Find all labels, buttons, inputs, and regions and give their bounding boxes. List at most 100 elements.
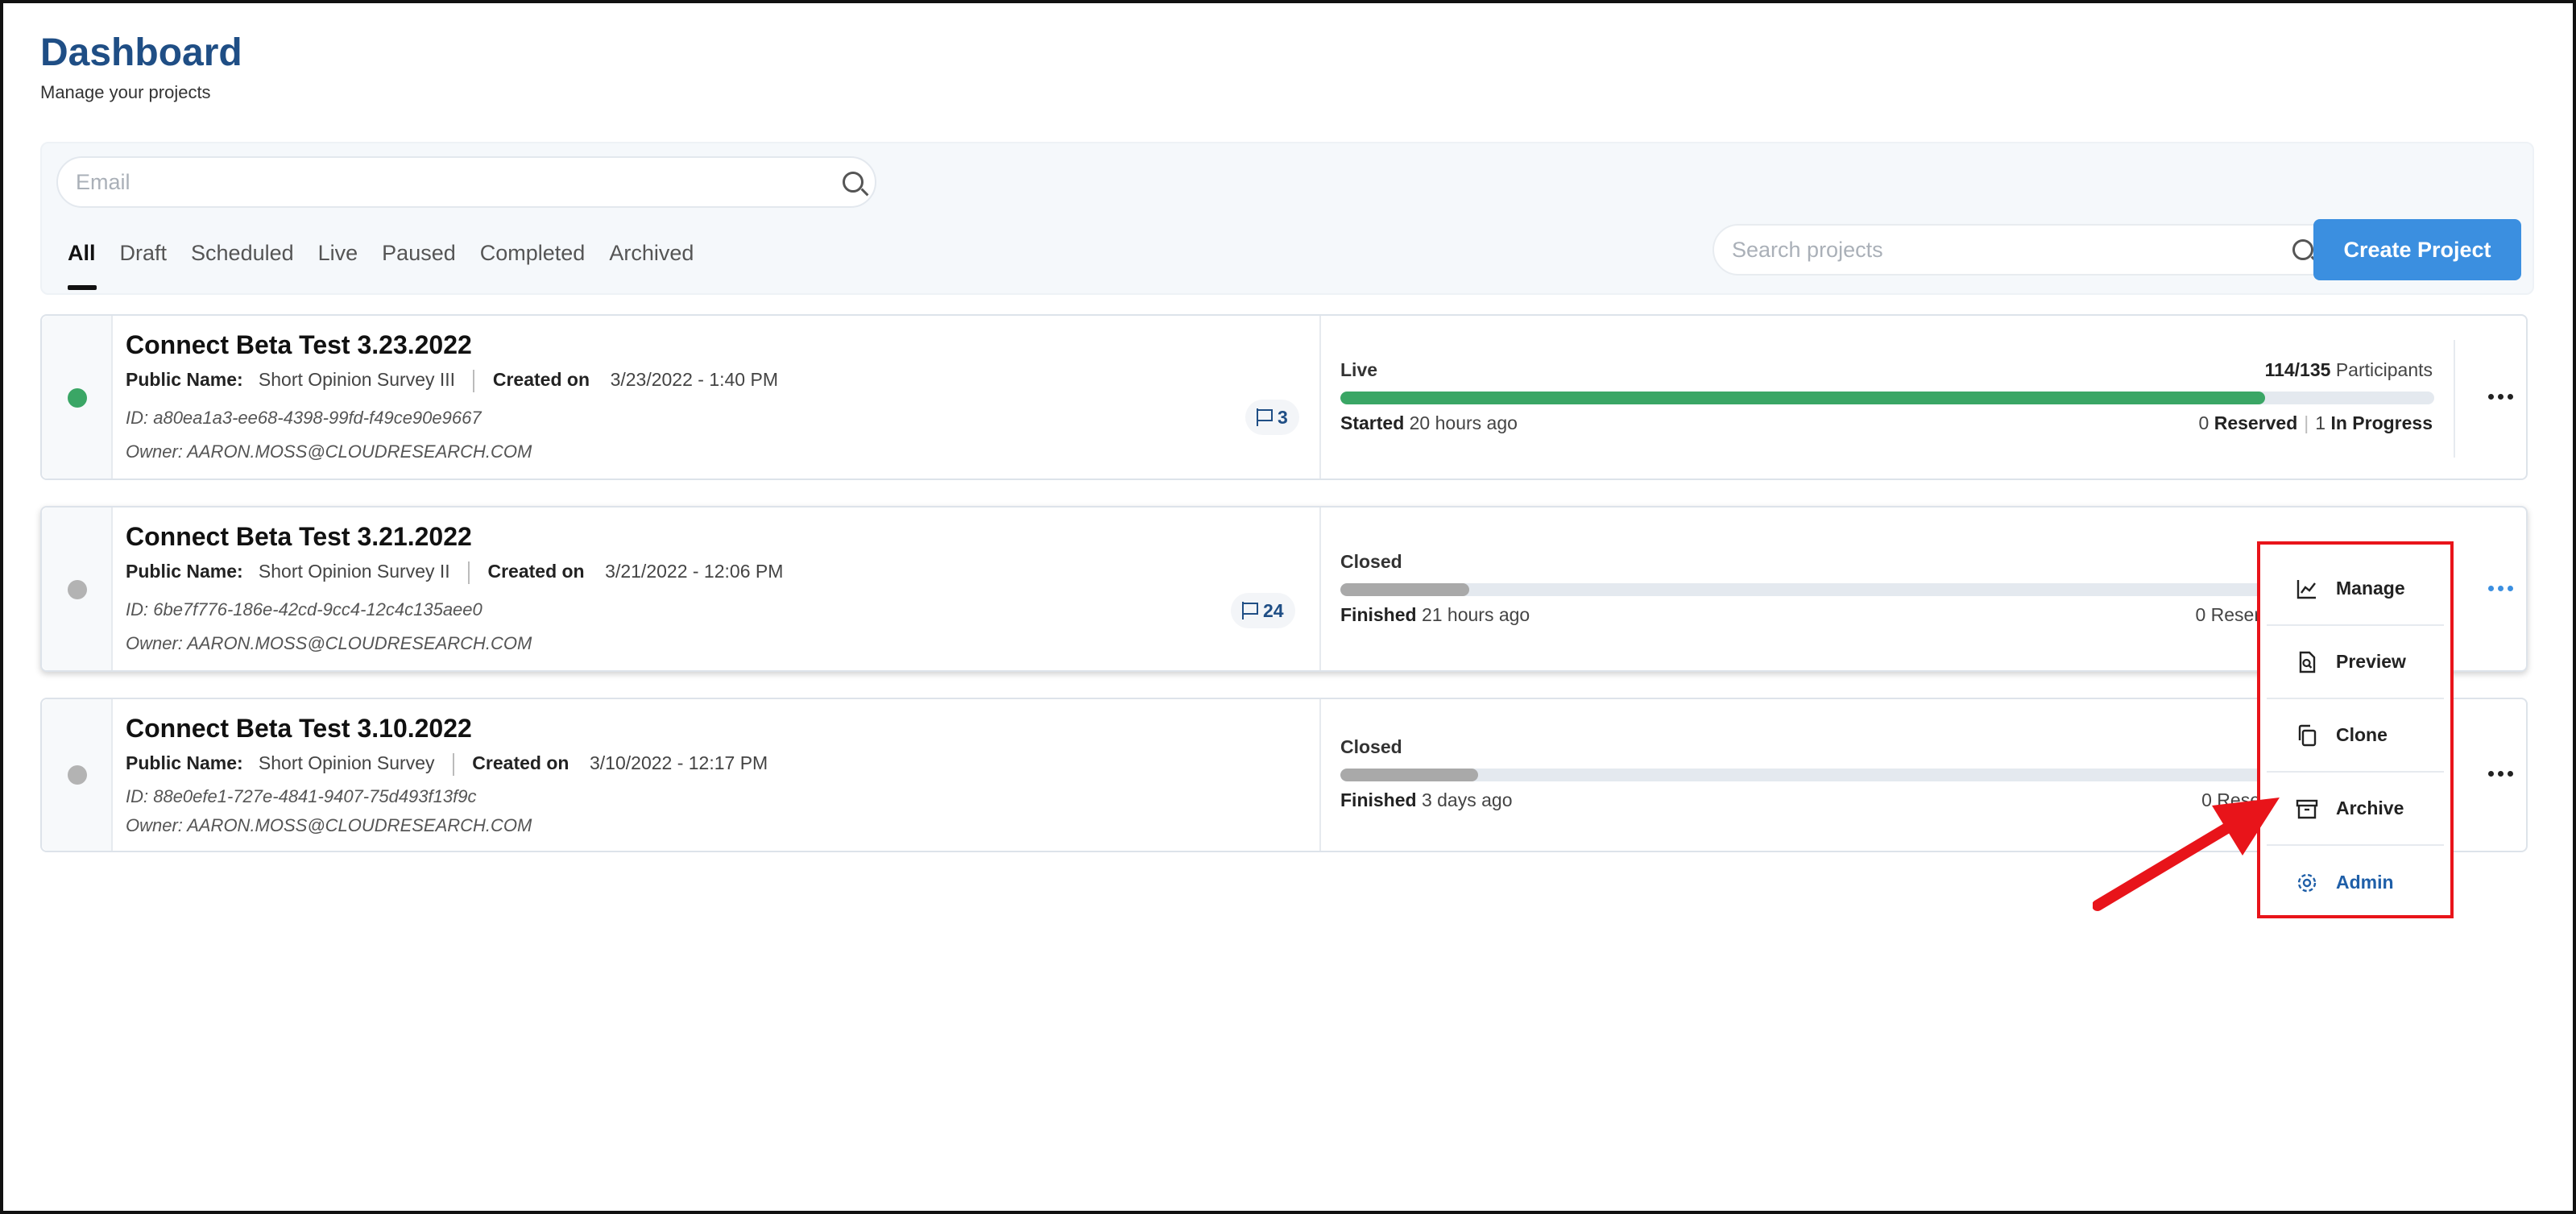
menu-items: Manage Preview Clone Archive Admin [2267, 553, 2444, 919]
project-name[interactable]: Connect Beta Test 3.21.2022 [126, 522, 472, 552]
created-on-label: Created on [492, 369, 590, 390]
project-card[interactable]: Connect Beta Test 3.23.2022 Public Name:… [40, 314, 2528, 480]
created-on-label: Created on [487, 561, 585, 582]
flag-icon [1257, 408, 1273, 426]
status-dot [68, 765, 87, 785]
participants-label: Participants [2335, 359, 2433, 380]
created-on-label: Created on [472, 752, 569, 773]
project-actions-menu: Manage Preview Clone Archive Admin [2257, 541, 2454, 918]
card-divider [2454, 340, 2455, 458]
project-owner: Owner: AARON.MOSS@CLOUDRESEARCH.COM [126, 815, 532, 835]
project-owner: Owner: AARON.MOSS@CLOUDRESEARCH.COM [126, 633, 532, 653]
project-id: ID: 88e0efe1-727e-4841-9407-75d493f13f9c [126, 786, 477, 806]
in-progress-label: In Progress [2330, 412, 2433, 433]
timeline-label: Finished [1340, 789, 1417, 810]
create-project-button[interactable]: Create Project [2313, 219, 2521, 280]
project-id: ID: 6be7f776-186e-42cd-9cc4-12c4c135aee0 [126, 599, 482, 619]
status-dot [68, 388, 87, 408]
menu-item-admin[interactable]: Admin [2267, 846, 2444, 919]
tab-paused[interactable]: Paused [370, 238, 468, 290]
timeline-label: Started [1340, 412, 1405, 433]
menu-item-archive[interactable]: Archive [2267, 773, 2444, 846]
project-id: ID: a80ea1a3-ee68-4398-99fd-f49ce90e9667 [126, 408, 482, 428]
project-card[interactable]: Connect Beta Test 3.21.2022 Public Name:… [40, 506, 2528, 672]
search-icon[interactable] [843, 172, 863, 193]
project-status: Closed [1340, 736, 1402, 757]
menu-item-label: Preview [2336, 651, 2406, 672]
chart-line-icon [2296, 579, 2316, 599]
archive-box-icon [2296, 799, 2318, 818]
card-divider [1319, 316, 1321, 479]
tab-draft[interactable]: Draft [108, 238, 180, 290]
reserved-label: Reserved [2214, 412, 2298, 433]
participants-count: 114/135 Participants [2265, 359, 2433, 381]
public-name-value: Short Opinion Survey [258, 752, 435, 773]
flag-count-badge[interactable]: 3 [1245, 400, 1299, 435]
timeline-value: 21 hours ago [1421, 604, 1530, 625]
participants-value: 114/135 [2264, 359, 2331, 380]
project-meta: Public Name: Short Opinion Survey Create… [126, 752, 768, 776]
copy-icon [2298, 724, 2317, 746]
status-tabs: All Draft Scheduled Live Paused Complete… [68, 238, 706, 290]
public-name-label: Public Name: [126, 369, 243, 390]
menu-item-clone[interactable]: Clone [2267, 699, 2444, 773]
tab-completed[interactable]: Completed [468, 238, 598, 290]
card-status-stripe [42, 508, 113, 670]
menu-item-manage[interactable]: Manage [2267, 553, 2444, 626]
meta-divider [473, 369, 475, 392]
progress-fill [1340, 583, 1470, 596]
project-status: Closed [1340, 551, 1402, 572]
public-name-label: Public Name: [126, 752, 243, 773]
progress-bar [1340, 392, 2434, 404]
project-owner: Owner: AARON.MOSS@CLOUDRESEARCH.COM [126, 441, 532, 462]
project-timeline: Finished 3 days ago [1340, 789, 1512, 811]
email-input[interactable] [76, 158, 801, 206]
tab-all[interactable]: All [68, 238, 108, 290]
project-name[interactable]: Connect Beta Test 3.23.2022 [126, 330, 472, 360]
in-progress-count: 1 [2315, 412, 2326, 433]
more-options-icon[interactable] [2484, 388, 2516, 404]
annotation-arrow [2093, 798, 2280, 911]
document-search-icon [2299, 651, 2316, 673]
tab-archived[interactable]: Archived [597, 238, 706, 290]
meta-divider [452, 752, 454, 776]
public-name-value: Short Opinion Survey II [258, 561, 450, 582]
timeline-value: 20 hours ago [1409, 412, 1518, 433]
reserved-divider: | [2304, 412, 2309, 433]
page-subtitle: Manage your projects [40, 82, 211, 102]
project-timeline: Finished 21 hours ago [1340, 604, 1530, 626]
email-search-box [56, 156, 876, 208]
project-search-box [1713, 224, 2341, 276]
more-options-icon[interactable] [2484, 765, 2516, 781]
flag-count-badge[interactable]: 24 [1231, 593, 1295, 628]
public-name-value: Short Opinion Survey III [258, 369, 456, 390]
timeline-value: 3 days ago [1421, 789, 1513, 810]
menu-item-label: Archive [2336, 798, 2404, 818]
project-status: Live [1340, 359, 1378, 380]
reservation-status: 0 Reserved | 1 In Progress [2199, 412, 2433, 434]
project-meta: Public Name: Short Opinion Survey III Cr… [126, 369, 778, 392]
flag-icon [1242, 602, 1258, 619]
meta-divider [468, 561, 470, 584]
more-options-icon[interactable] [2484, 580, 2516, 596]
project-meta: Public Name: Short Opinion Survey II Cre… [126, 561, 783, 584]
created-on-value: 3/23/2022 - 1:40 PM [610, 369, 778, 390]
menu-item-preview[interactable]: Preview [2267, 626, 2444, 699]
project-search-input[interactable] [1732, 226, 2263, 274]
gear-icon [2297, 873, 2317, 892]
project-name[interactable]: Connect Beta Test 3.10.2022 [126, 714, 472, 744]
reserved-count: 0 [2198, 412, 2209, 433]
timeline-label: Finished [1340, 604, 1417, 625]
card-status-stripe [42, 316, 113, 479]
reservation-status: 0 Reser [2195, 604, 2260, 625]
search-icon[interactable] [2292, 239, 2313, 260]
tab-scheduled[interactable]: Scheduled [179, 238, 306, 290]
flag-count: 3 [1278, 406, 1288, 428]
card-status-stripe [42, 699, 113, 851]
tab-live[interactable]: Live [306, 238, 371, 290]
public-name-label: Public Name: [126, 561, 243, 582]
page-title: Dashboard [40, 31, 242, 74]
menu-item-label: Clone [2336, 724, 2388, 745]
card-divider [1319, 508, 1321, 670]
card-divider [1319, 699, 1321, 851]
